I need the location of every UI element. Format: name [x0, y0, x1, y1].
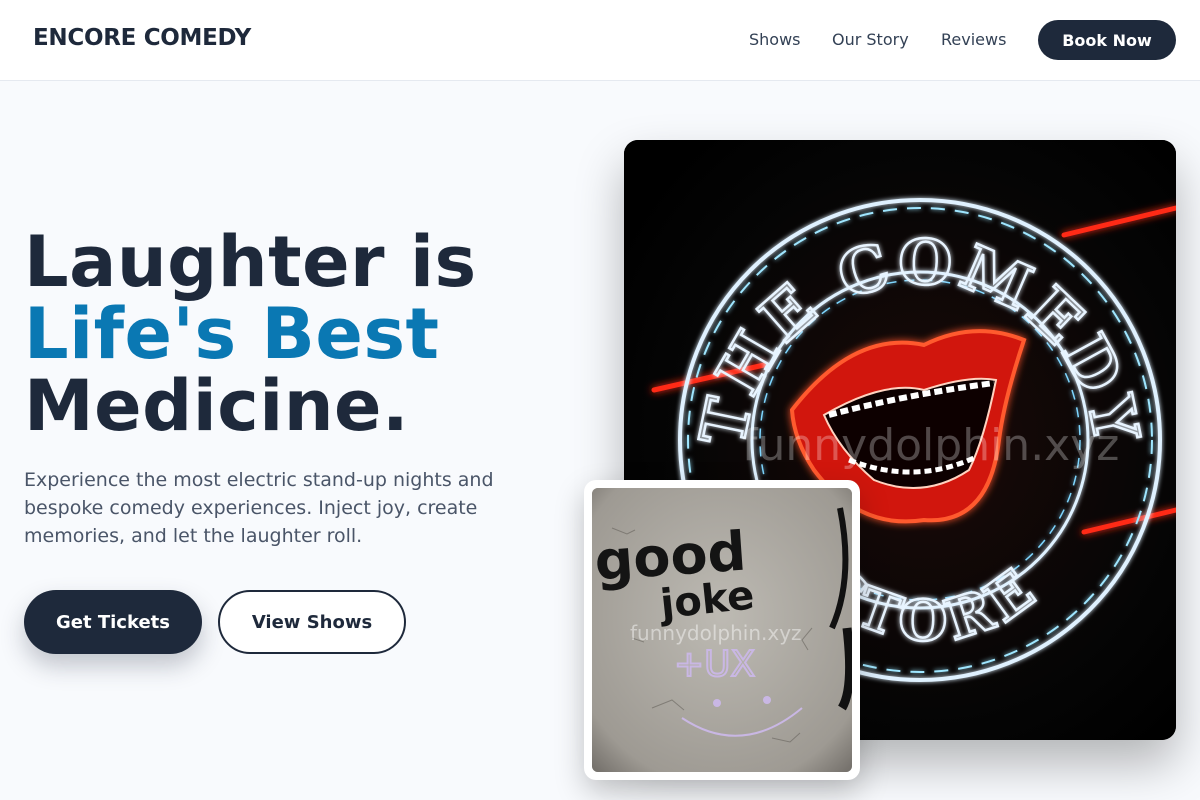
watermark-inset: funnydolphin.xyz: [630, 621, 802, 645]
graffiti-text-ux: +UX: [674, 644, 755, 685]
graffiti-photo-card: good joke +UX funnydolphin.xyz: [584, 480, 860, 780]
site-logo[interactable]: ENCORE COMEDY: [33, 25, 251, 51]
get-tickets-button[interactable]: Get Tickets: [24, 590, 202, 654]
book-now-button[interactable]: Book Now: [1038, 20, 1176, 60]
site-header: ENCORE COMEDY Shows Our Story Reviews Bo…: [0, 0, 1200, 81]
headline-line-1: Laughter is: [24, 221, 477, 303]
headline-accent: Life's Best: [24, 293, 440, 375]
graffiti-wall-icon: good joke +UX funnydolphin.xyz: [592, 488, 852, 772]
headline-line-3: Medicine.: [24, 365, 410, 447]
graffiti-wall-image: good joke +UX funnydolphin.xyz: [592, 488, 852, 772]
nav-link-reviews[interactable]: Reviews: [941, 30, 1006, 49]
nav-link-our-story[interactable]: Our Story: [832, 30, 909, 49]
watermark-main: funnydolphin.xyz: [742, 420, 1119, 471]
nav-link-shows[interactable]: Shows: [749, 30, 801, 49]
view-shows-button[interactable]: View Shows: [218, 590, 406, 654]
hero-headline: Laughter is Life's Best Medicine.: [24, 226, 477, 442]
hero-description: Experience the most electric stand-up ni…: [24, 469, 494, 547]
